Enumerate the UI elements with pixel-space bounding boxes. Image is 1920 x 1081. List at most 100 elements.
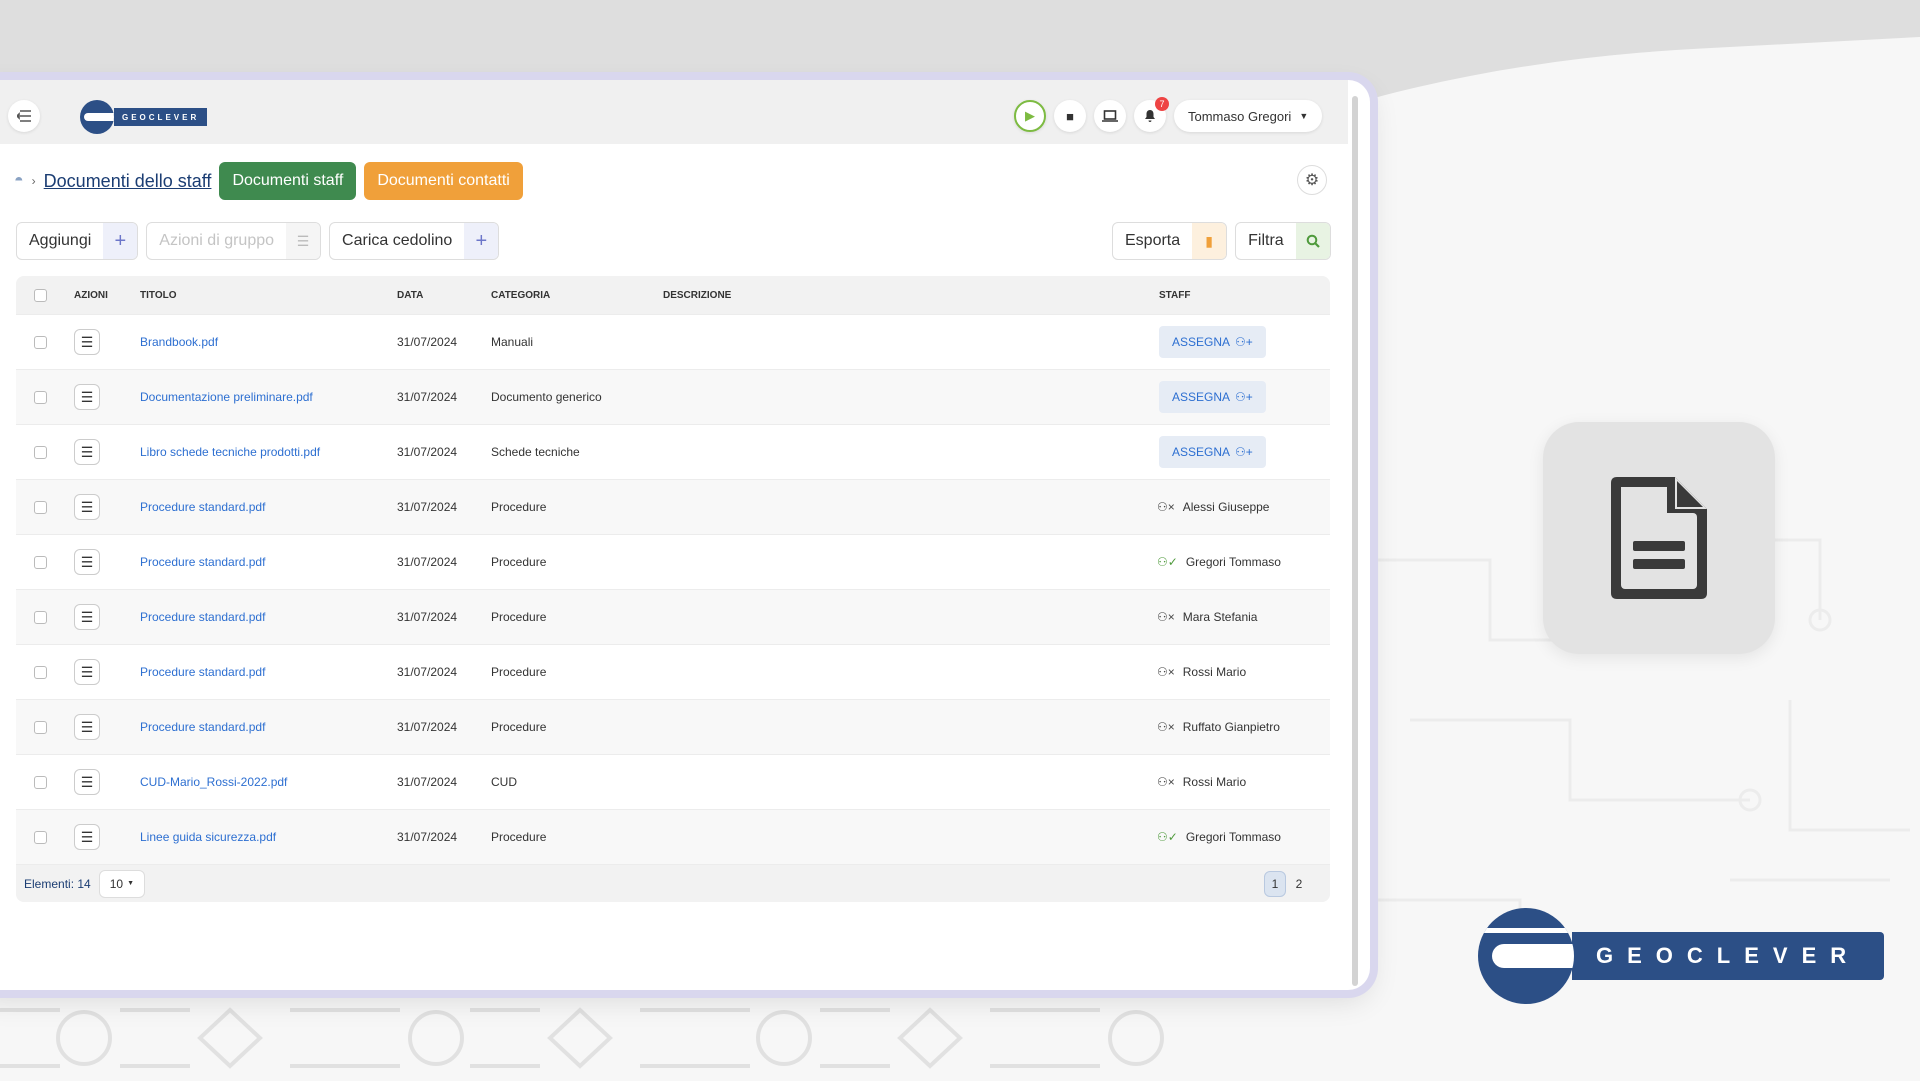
document-title-link[interactable]: Documentazione preliminare.pdf [140,390,313,404]
document-title-link[interactable]: Procedure standard.pdf [140,610,265,624]
table-row: ☰ Linee guida sicurezza.pdf 31/07/2024 P… [16,809,1330,864]
page-size-select[interactable]: 10 ▼ [98,869,145,898]
settings-button[interactable]: ⚙ [1297,165,1327,195]
document-title-link[interactable]: Procedure standard.pdf [140,720,265,734]
staff-name: Ruffato Gianpietro [1182,720,1280,734]
row-actions-button[interactable]: ☰ [74,659,100,685]
search-icon [1295,223,1330,259]
row-checkbox[interactable] [33,720,47,734]
assign-button[interactable]: ASSEGNA ⚇+ [1159,381,1266,413]
page-2[interactable]: 2 [1288,871,1310,897]
row-checkbox[interactable] [33,335,47,349]
toolbar-left: Aggiungi + Azioni di gruppo ☰ Carica ced… [16,222,500,260]
col-actions[interactable]: AZIONI [64,290,140,301]
staff-person: ⚇× Rossi Mario [1157,775,1330,789]
menu-toggle-button[interactable] [8,100,40,132]
page-title[interactable]: Documenti dello staff [44,171,212,192]
document-category: Manuali [491,335,534,349]
table-row: ☰ Procedure standard.pdf 31/07/2024 Proc… [16,479,1330,534]
document-date: 31/07/2024 [397,665,458,679]
add-button[interactable]: Aggiungi + [16,222,139,260]
col-staff[interactable]: STAFF [1159,290,1330,301]
staff-name: Gregori Tommaso [1185,830,1281,844]
staff-person: ⚇× Ruffato Gianpietro [1157,720,1330,734]
document-title-link[interactable]: Libro schede tecniche prodotti.pdf [140,445,320,459]
app-logo[interactable]: GEOCLEVER [80,100,208,134]
notes-button[interactable]: ■ [1054,100,1086,132]
tab-documenti-contatti[interactable]: Documenti contatti [364,162,523,200]
assign-label: ASSEGNA [1172,390,1231,404]
row-actions-button[interactable]: ☰ [74,769,100,795]
items-count: Elementi: 14 [24,876,91,891]
row-actions-button[interactable]: ☰ [74,439,100,465]
play-icon: ▶ [1025,108,1035,123]
row-checkbox[interactable] [33,445,47,459]
document-title-link[interactable]: Procedure standard.pdf [140,665,265,679]
table-footer: Elementi: 14 10 ▼ 1 2 [16,864,1330,902]
user-plus-icon: ⚇+ [1235,390,1253,404]
document-title-link[interactable]: CUD-Mario_Rossi-2022.pdf [140,775,287,789]
breadcrumb-chevron-icon: › [31,174,36,188]
row-actions-button[interactable]: ☰ [74,549,100,575]
export-button[interactable]: Esporta ▮ [1112,222,1228,260]
col-description[interactable]: DESCRIZIONE [663,290,1159,301]
assign-button[interactable]: ASSEGNA ⚇+ [1159,436,1266,468]
assign-button[interactable]: ASSEGNA ⚇+ [1159,326,1266,358]
layers-icon: ☰ [286,223,321,259]
document-title-link[interactable]: Linee guida sicurezza.pdf [140,830,276,844]
document-date: 31/07/2024 [397,830,458,844]
document-date: 31/07/2024 [397,555,458,569]
group-actions-button[interactable]: Azioni di gruppo ☰ [146,222,322,260]
row-actions-button[interactable]: ☰ [74,384,100,410]
notifications-button[interactable]: 7 [1134,97,1169,132]
row-actions-button[interactable]: ☰ [74,494,100,520]
geoclever-logo: GEOCLEVER [1478,908,1885,1004]
row-actions-button[interactable]: ☰ [74,824,100,850]
document-category: Procedure [491,555,547,569]
upload-payslip-button[interactable]: Carica cedolino + [329,222,500,260]
row-actions-button[interactable]: ☰ [74,604,100,630]
tab-documenti-staff[interactable]: Documenti staff [219,162,357,200]
caret-down-icon: ▼ [127,880,134,887]
bell-icon [1145,110,1155,122]
document-title-link[interactable]: Procedure standard.pdf [140,555,265,569]
row-checkbox[interactable] [33,665,47,679]
table-row: ☰ Procedure standard.pdf 31/07/2024 Proc… [16,699,1330,754]
row-checkbox[interactable] [33,610,47,624]
document-category: Documento generico [491,390,602,404]
document-title-link[interactable]: Procedure standard.pdf [140,500,265,514]
list-icon: ☰ [80,718,94,735]
staff-person: ⚇× Alessi Giuseppe [1157,500,1330,514]
menu-icon [17,110,31,122]
page-1[interactable]: 1 [1264,871,1286,897]
table-row: ☰ Libro schede tecniche prodotti.pdf 31/… [16,424,1330,479]
dashboard-icon[interactable]: ◓ [14,172,24,190]
start-timer-button[interactable]: ▶ [1014,100,1046,132]
screen-button[interactable] [1094,100,1126,132]
gear-icon: ⚙ [1304,172,1320,189]
row-checkbox[interactable] [33,775,47,789]
row-checkbox[interactable] [33,555,47,569]
staff-name: Rossi Mario [1182,775,1247,789]
staff-person: ⚇× Mara Stefania [1157,610,1330,624]
notification-badge: 7 [1155,97,1169,111]
table-row: ☰ Procedure standard.pdf 31/07/2024 Proc… [16,644,1330,699]
table-row: ☰ Documentazione preliminare.pdf 31/07/2… [16,369,1330,424]
user-clock-icon: ⚇× [1157,665,1175,679]
scrollbar[interactable] [1352,96,1358,986]
document-title-link[interactable]: Brandbook.pdf [140,335,218,349]
filter-button[interactable]: Filtra [1235,222,1331,260]
row-checkbox[interactable] [33,500,47,514]
document-date: 31/07/2024 [397,445,458,459]
col-date[interactable]: DATA [397,290,491,301]
row-checkbox[interactable] [33,830,47,844]
col-category[interactable]: CATEGORIA [491,290,663,301]
col-title[interactable]: TITOLO [140,290,397,301]
row-actions-button[interactable]: ☰ [74,329,100,355]
user-menu-button[interactable]: Tommaso Gregori ▼ [1174,100,1323,132]
row-checkbox[interactable] [33,390,47,404]
row-actions-button[interactable]: ☰ [74,714,100,740]
document-date: 31/07/2024 [397,335,458,349]
select-all-checkbox[interactable] [33,288,47,302]
list-icon: ☰ [80,333,94,350]
